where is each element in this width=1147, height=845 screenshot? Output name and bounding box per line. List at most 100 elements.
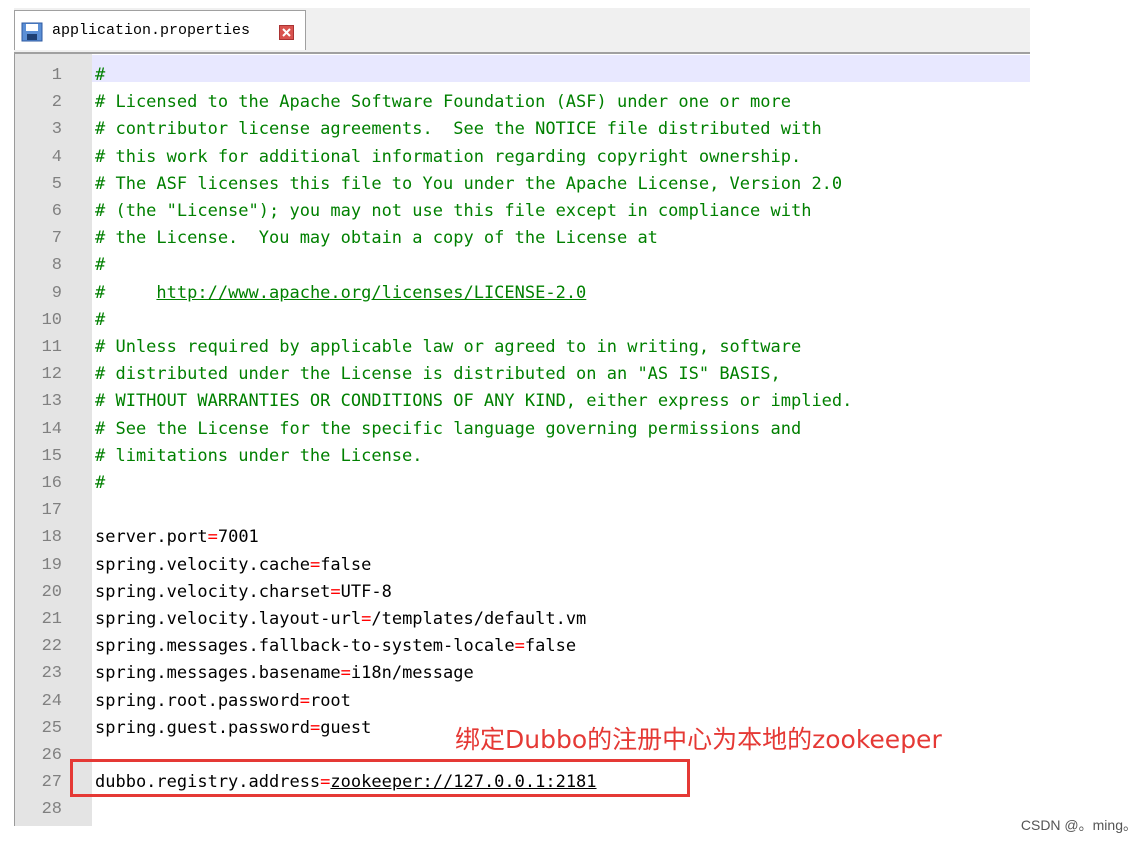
- code-line: 7 # the License. You may obtain a copy of…: [14, 225, 1030, 252]
- line-number: 4: [51, 147, 62, 167]
- line-content: spring.messages.fallback-to-system-local…: [95, 633, 576, 660]
- code-line: 17: [14, 497, 1030, 524]
- line-content: spring.velocity.layout-url=/templates/de…: [95, 606, 586, 633]
- code-line: 14 # See the License for the specific lan…: [14, 416, 1030, 443]
- property-value: 7001: [217, 527, 259, 548]
- code-line: 16 #: [14, 470, 1030, 497]
- equals-operator: =: [309, 717, 321, 738]
- property-value: i18n/message: [350, 663, 474, 684]
- tab-bar: application.properties: [14, 8, 1030, 54]
- code-line: 21 spring.velocity.layout-url=/templates/…: [14, 606, 1030, 633]
- comment-text: # limitations under the License.: [95, 445, 423, 466]
- license-link[interactable]: http://www.apache.org/licenses/LICENSE-2…: [156, 283, 586, 303]
- comment-text: # See the License for the specific langu…: [95, 418, 802, 439]
- comment-text: # contributor license agreements. See th…: [95, 119, 822, 140]
- line-content: spring.velocity.charset=UTF-8: [95, 579, 392, 606]
- comment-text: # the License. You may obtain a copy of …: [95, 228, 658, 249]
- property-value: UTF-8: [340, 581, 392, 602]
- comment-text: # Licensed to the Apache Software Founda…: [95, 92, 791, 113]
- line-number: 24: [41, 691, 62, 711]
- line-content: # contributor license agreements. See th…: [95, 116, 822, 143]
- line-number: 8: [51, 256, 62, 276]
- property-key: spring.guest.password: [95, 717, 310, 738]
- comment-text: # this work for additional information r…: [95, 146, 802, 167]
- equals-operator: =: [361, 609, 372, 629]
- line-content: spring.guest.password=guest: [95, 715, 371, 742]
- line-content: # http://www.apache.org/licenses/LICENSE…: [95, 280, 586, 307]
- comment-prefix: #: [95, 282, 157, 303]
- line-number: 5: [51, 174, 62, 194]
- line-number: 15: [41, 446, 62, 466]
- code-line: 1 #: [14, 62, 1030, 89]
- line-number: 23: [41, 664, 62, 684]
- property-value: guest: [320, 717, 372, 738]
- tab-label: application.properties: [52, 22, 251, 39]
- code-line: 9 # http://www.apache.org/licenses/LICENS…: [14, 280, 1030, 307]
- line-number: 16: [41, 474, 62, 493]
- line-number: 19: [41, 555, 62, 575]
- line-number: 9: [51, 283, 62, 303]
- watermark: CSDN @。ming。: [1020, 817, 1137, 833]
- comment-text: #: [95, 255, 106, 276]
- line-number: 17: [41, 501, 62, 521]
- line-number: 18: [41, 528, 62, 548]
- code-line: 28: [14, 796, 1030, 823]
- close-icon[interactable]: [279, 25, 294, 40]
- code-line: 11 # Unless required by applicable law or…: [14, 334, 1030, 361]
- text-editor: application.properties 1 # 2 # Licensed to …: [14, 8, 1030, 826]
- line-number: 26: [41, 746, 62, 765]
- property-key: spring.velocity.cache: [95, 554, 310, 575]
- line-number: 20: [41, 582, 62, 602]
- property-key: spring.root.password: [95, 690, 300, 711]
- comment-text: #: [95, 65, 106, 85]
- comment-text: # Unless required by applicable law or a…: [95, 337, 802, 357]
- line-number: 13: [41, 392, 62, 412]
- line-content: # Unless required by applicable law or a…: [95, 334, 801, 361]
- property-value: false: [524, 636, 577, 657]
- line-number: 7: [51, 229, 62, 249]
- comment-text: #: [95, 309, 106, 330]
- line-content: spring.root.password=root: [95, 688, 351, 715]
- highlight-box: [70, 759, 690, 797]
- code-line: 15 # limitations under the License.: [14, 443, 1030, 470]
- property-value: /templates/default.vm: [371, 609, 587, 629]
- line-content: server.port=7001: [95, 524, 259, 551]
- code-line: 20 spring.velocity.charset=UTF-8: [14, 579, 1030, 606]
- code-line: 2 # Licensed to the Apache Software Found…: [14, 89, 1030, 116]
- code-line: 3 # contributor license agreements. See t…: [14, 116, 1030, 143]
- line-number: 22: [41, 637, 62, 657]
- line-content: # The ASF licenses this file to You unde…: [95, 171, 842, 198]
- line-number: 14: [41, 419, 62, 439]
- line-content: # the License. You may obtain a copy of …: [95, 225, 658, 252]
- line-content: #: [95, 307, 105, 334]
- line-content: # this work for additional information r…: [95, 144, 801, 171]
- comment-text: # The ASF licenses this file to You unde…: [95, 173, 843, 194]
- tab-application-properties[interactable]: application.properties: [14, 10, 306, 50]
- line-content: # WITHOUT WARRANTIES OR CONDITIONS OF AN…: [95, 388, 852, 415]
- line-number: 25: [41, 718, 62, 738]
- line-number: 28: [41, 800, 62, 820]
- code-line: 12 # distributed under the License is dis…: [14, 361, 1030, 388]
- code-line: 18 server.port=7001: [14, 524, 1030, 551]
- property-key: spring.velocity.layout-url: [95, 609, 362, 629]
- line-content: #: [95, 62, 105, 89]
- property-key: server.port: [95, 527, 208, 548]
- equals-operator: =: [207, 527, 218, 548]
- line-content: # Licensed to the Apache Software Founda…: [95, 89, 791, 116]
- annotation-text: 绑定Dubbo的注册中心为本地的zookeeper: [455, 725, 942, 754]
- equals-operator: =: [514, 636, 525, 657]
- line-content: #: [95, 470, 105, 497]
- equals-operator: =: [309, 554, 321, 575]
- line-number: 2: [51, 93, 62, 113]
- code-line: 24 spring.root.password=root: [14, 688, 1030, 715]
- line-number: 12: [41, 365, 62, 385]
- code-line: 4 # this work for additional information …: [14, 144, 1030, 171]
- code-line: 19 spring.velocity.cache=false: [14, 552, 1030, 579]
- line-number: 27: [41, 773, 62, 793]
- line-number: 3: [51, 120, 62, 140]
- file-save-icon: [21, 22, 43, 42]
- line-content: spring.velocity.cache=false: [95, 552, 371, 579]
- code-line: 10 #: [14, 307, 1030, 334]
- code-line: 8 #: [14, 252, 1030, 279]
- line-number: 11: [41, 338, 62, 357]
